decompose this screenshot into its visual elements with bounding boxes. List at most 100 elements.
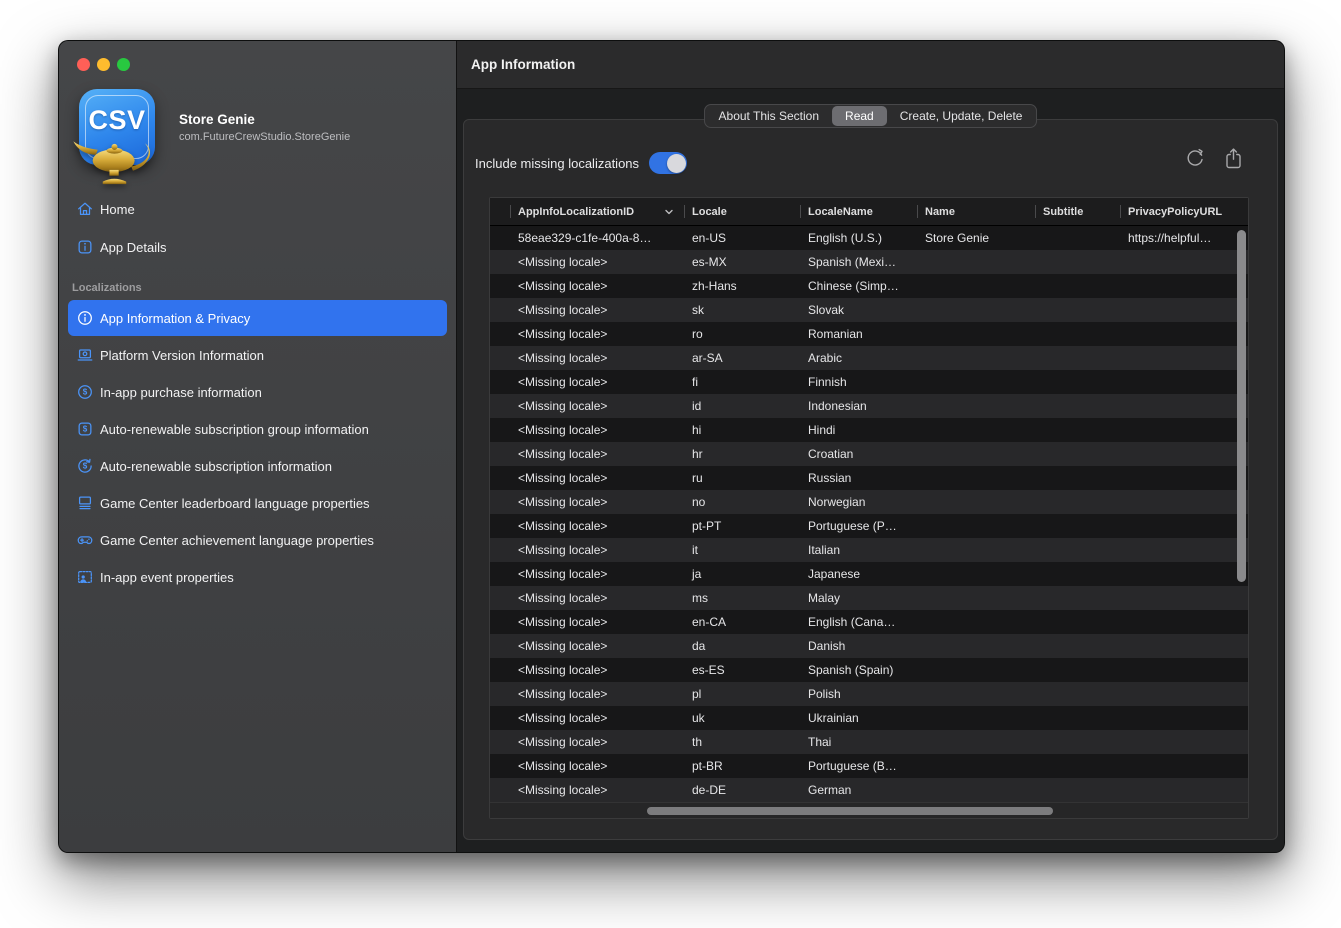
- table-row[interactable]: <Missing locale> de-DE German: [490, 778, 1248, 802]
- cell-localename: Indonesian: [800, 399, 917, 413]
- table-row[interactable]: <Missing locale> ms Malay: [490, 586, 1248, 610]
- cell-localename: Danish: [800, 639, 917, 653]
- table-row[interactable]: <Missing locale> pt-PT Portuguese (P…: [490, 514, 1248, 538]
- table-row[interactable]: <Missing locale> pt-BR Portuguese (B…: [490, 754, 1248, 778]
- cell-locale: ru: [684, 471, 800, 485]
- app-bundle-id: com.FutureCrewStudio.StoreGenie: [179, 131, 350, 143]
- cell-localename: Arabic: [800, 351, 917, 365]
- table-row[interactable]: <Missing locale> ja Japanese: [490, 562, 1248, 586]
- sidebar-item-game-center-achievement-language-properties[interactable]: Game Center achievement language propert…: [68, 522, 447, 558]
- info-circle-icon: [76, 309, 94, 327]
- cell-appinfolocalizationid: <Missing locale>: [510, 423, 684, 437]
- cell-name: Store Genie: [917, 231, 1035, 245]
- table-row[interactable]: <Missing locale> ru Russian: [490, 466, 1248, 490]
- table-body: 58eae329-c1fe-400a-8… en-US English (U.S…: [490, 226, 1248, 802]
- sidebar-item-label: Game Center achievement language propert…: [100, 533, 374, 548]
- table-row[interactable]: <Missing locale> hr Croatian: [490, 442, 1248, 466]
- table-row[interactable]: <Missing locale> uk Ukrainian: [490, 706, 1248, 730]
- sidebar-nav: Home App Details Localizations App Infor…: [59, 194, 456, 596]
- sidebar-item-auto-renewable-subscription-group-information[interactable]: $ Auto-renewable subscription group info…: [68, 411, 447, 447]
- sidebar-item-app-information-privacy[interactable]: App Information & Privacy: [68, 300, 447, 336]
- sidebar-item-in-app-event-properties[interactable]: In-app event properties: [68, 559, 447, 595]
- page-background: CSV: [0, 0, 1341, 928]
- toggle-knob: [667, 154, 686, 173]
- cell-locale: ar-SA: [684, 351, 800, 365]
- dollar-circle-icon: $: [76, 383, 94, 401]
- sidebar-item-auto-renewable-subscription-information[interactable]: $ Auto-renewable subscription informatio…: [68, 448, 447, 484]
- app-header: CSV: [73, 87, 350, 179]
- cell-localename: Ukrainian: [800, 711, 917, 725]
- window-controls: [77, 58, 130, 71]
- cell-localename: Spanish (Mexi…: [800, 255, 917, 269]
- table-row[interactable]: <Missing locale> zh-Hans Chinese (Simp…: [490, 274, 1248, 298]
- table-row[interactable]: <Missing locale> ro Romanian: [490, 322, 1248, 346]
- sidebar-item-platform-version-information[interactable]: Platform Version Information: [68, 337, 447, 373]
- table-row[interactable]: <Missing locale> ar-SA Arabic: [490, 346, 1248, 370]
- vertical-scrollbar-thumb[interactable]: [1237, 230, 1246, 582]
- cell-localename: Chinese (Simp…: [800, 279, 917, 293]
- table-row[interactable]: <Missing locale> da Danish: [490, 634, 1248, 658]
- sidebar-item-in-app-purchase-information[interactable]: $ In-app purchase information: [68, 374, 447, 410]
- sidebar-item-game-center-leaderboard-language-properties[interactable]: Game Center leaderboard language propert…: [68, 485, 447, 521]
- tab-read[interactable]: Read: [832, 106, 887, 126]
- table-row[interactable]: <Missing locale> es-ES Spanish (Spain): [490, 658, 1248, 682]
- column-header-localename[interactable]: LocaleName: [800, 198, 917, 225]
- cell-localename: Slovak: [800, 303, 917, 317]
- cell-localename: German: [800, 783, 917, 797]
- cell-localename: Norwegian: [800, 495, 917, 509]
- tab-about-this-section[interactable]: About This Section: [706, 106, 833, 126]
- column-header-appinfolocalizationid[interactable]: AppInfoLocalizationID: [510, 198, 684, 225]
- app-titles: Store Genie com.FutureCrewStudio.StoreGe…: [165, 87, 350, 179]
- table-row[interactable]: 58eae329-c1fe-400a-8… en-US English (U.S…: [490, 226, 1248, 250]
- cell-locale: de-DE: [684, 783, 800, 797]
- column-header-name[interactable]: Name: [917, 198, 1035, 225]
- sidebar-item-label: Game Center leaderboard language propert…: [100, 496, 370, 511]
- column-header-privacypolicyurl[interactable]: PrivacyPolicyURL: [1120, 198, 1250, 225]
- horizontal-scrollbar-thumb[interactable]: [647, 807, 1053, 815]
- genie-lamp-icon: [65, 133, 169, 185]
- cell-locale: ms: [684, 591, 800, 605]
- cell-locale: hi: [684, 423, 800, 437]
- cell-localename: Portuguese (B…: [800, 759, 917, 773]
- table-row[interactable]: <Missing locale> no Norwegian: [490, 490, 1248, 514]
- cell-appinfolocalizationid: <Missing locale>: [510, 783, 684, 797]
- refresh-button[interactable]: [1184, 147, 1206, 170]
- table-row[interactable]: <Missing locale> en-CA English (Cana…: [490, 610, 1248, 634]
- sidebar-item-label: App Details: [100, 240, 166, 255]
- localizations-table: AppInfoLocalizationID Locale LocaleName …: [489, 197, 1249, 819]
- share-button[interactable]: [1223, 147, 1244, 170]
- close-window-button[interactable]: [77, 58, 90, 71]
- column-header-subtitle[interactable]: Subtitle: [1035, 198, 1120, 225]
- main-pane: App Information About This Section Read …: [457, 41, 1284, 852]
- table-row[interactable]: <Missing locale> fi Finnish: [490, 370, 1248, 394]
- column-header-locale[interactable]: Locale: [684, 198, 800, 225]
- tab-create-update-delete[interactable]: Create, Update, Delete: [887, 106, 1036, 126]
- table-row[interactable]: <Missing locale> th Thai: [490, 730, 1248, 754]
- table-row[interactable]: <Missing locale> sk Slovak: [490, 298, 1248, 322]
- cell-appinfolocalizationid: <Missing locale>: [510, 279, 684, 293]
- table-header: AppInfoLocalizationID Locale LocaleName …: [490, 198, 1248, 226]
- cell-localename: Finnish: [800, 375, 917, 389]
- cell-locale: sk: [684, 303, 800, 317]
- include-missing-localizations-toggle[interactable]: [649, 152, 687, 174]
- svg-text:$: $: [83, 425, 88, 434]
- cell-locale: th: [684, 735, 800, 749]
- column-header-empty: [490, 198, 510, 225]
- horizontal-scrollbar: [490, 802, 1248, 818]
- cell-locale: zh-Hans: [684, 279, 800, 293]
- app-icon: CSV: [73, 87, 165, 179]
- cell-localename: Croatian: [800, 447, 917, 461]
- zoom-window-button[interactable]: [117, 58, 130, 71]
- cell-localename: English (U.S.): [800, 231, 917, 245]
- table-row[interactable]: <Missing locale> pl Polish: [490, 682, 1248, 706]
- cell-appinfolocalizationid: <Missing locale>: [510, 567, 684, 581]
- sidebar-item-home[interactable]: Home: [68, 194, 447, 224]
- table-row[interactable]: <Missing locale> it Italian: [490, 538, 1248, 562]
- table-row[interactable]: <Missing locale> es-MX Spanish (Mexi…: [490, 250, 1248, 274]
- minimize-window-button[interactable]: [97, 58, 110, 71]
- sidebar-item-app-details[interactable]: App Details: [68, 232, 447, 262]
- game-controller-icon: [76, 531, 94, 549]
- table-row[interactable]: <Missing locale> hi Hindi: [490, 418, 1248, 442]
- cell-appinfolocalizationid: <Missing locale>: [510, 327, 684, 341]
- table-row[interactable]: <Missing locale> id Indonesian: [490, 394, 1248, 418]
